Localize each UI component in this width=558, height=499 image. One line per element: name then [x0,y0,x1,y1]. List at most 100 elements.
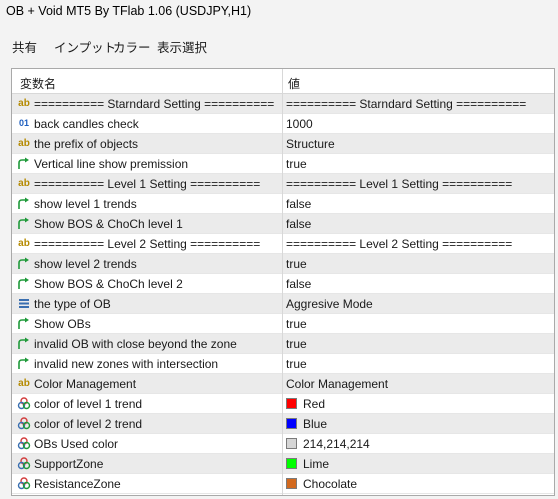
variable-name: show level 1 trends [34,197,137,211]
variable-value: false [286,197,312,211]
variable-value-cell[interactable]: false [283,214,554,233]
window-title: OB + Void MT5 By TFlab 1.06 (USDJPY,H1) [6,4,252,18]
table-row[interactable]: show level 2 trends true [12,254,554,274]
variable-name-cell[interactable]: color of level 2 trend [12,414,282,433]
table-row[interactable]: ab ========== Level 1 Setting ========== =… [12,174,554,194]
tab-colors[interactable]: カラー [113,37,151,56]
table-row[interactable]: invalid OB with close beyond the zone tru… [12,334,554,354]
color-swatch[interactable] [286,398,297,409]
variable-name-cell[interactable]: Show BOS & ChoCh level 2 [12,274,282,293]
table-row[interactable]: Show BOS & ChoCh level 1 false [12,214,554,234]
variable-name-cell[interactable]: ab the prefix of objects [12,134,282,153]
variable-value-cell[interactable]: true [283,314,554,333]
variable-value: Lime [303,457,330,471]
variable-name: Show BOS & ChoCh level 2 [34,277,183,291]
table-row[interactable]: invalid new zones with intersection true [12,354,554,374]
variable-value-cell[interactable]: Lime [283,454,554,473]
table-row[interactable]: the type of OB Aggresive Mode [12,294,554,314]
variable-value-cell[interactable]: true [283,254,554,273]
variable-name: ========== Starndard Setting ========== [34,97,275,111]
table-row[interactable]: OBs Used color 214,214,214 [12,434,554,454]
variable-value: true [286,317,307,331]
variable-value-cell[interactable]: Color Management [283,374,554,393]
variable-name-cell[interactable]: SupportZone [12,454,282,473]
table-row[interactable]: color of level 2 trend Blue [12,414,554,434]
variable-name: show level 2 trends [34,257,137,271]
variable-name-cell[interactable]: ResistanceZone [12,474,282,493]
variable-value-cell[interactable]: ========== Level 1 Setting ========== [283,174,554,193]
ab-string-icon: ab [18,178,30,189]
tab-inputs[interactable]: インプット [54,37,117,61]
variable-value-cell[interactable]: 214,214,214 [283,434,554,453]
variable-value: true [286,157,307,171]
variable-name-cell[interactable]: ab ========== Level 2 Setting ========== [12,234,282,253]
table-row[interactable]: Show OBs true [12,314,554,334]
variable-name: SupportZone [34,457,104,471]
number-icon: 01 [18,118,29,128]
variable-name: ========== Level 2 Setting ========== [34,237,261,251]
variable-value-cell[interactable]: false [283,194,554,213]
variable-name-cell[interactable]: 01 back candles check [12,114,282,133]
grid-header: 変数名 値 [12,69,554,94]
variable-name: Vertical line show premission [34,157,189,171]
variable-name: the type of OB [34,297,111,311]
variable-value-cell[interactable]: 1000 [283,114,554,133]
table-row[interactable]: Show BOS & ChoCh level 2 false [12,274,554,294]
bool-arrow-icon [17,217,31,230]
table-row[interactable]: ab ========== Starndard Setting =========… [12,94,554,114]
variable-value-cell[interactable]: Blue [283,414,554,433]
variable-name-cell[interactable]: Show BOS & ChoCh level 1 [12,214,282,233]
bool-arrow-icon [17,337,31,350]
color-swatch[interactable] [286,418,297,429]
variable-value-cell[interactable]: true [283,154,554,173]
color-palette-icon [17,477,31,490]
ab-string-icon: ab [18,138,30,149]
variable-value-cell[interactable]: Structure [283,134,554,153]
table-row[interactable]: ab Color Management Color Management [12,374,554,394]
table-row[interactable]: ab ========== Level 2 Setting ========== =… [12,234,554,254]
variable-name-cell[interactable]: ab ========== Level 1 Setting ========== [12,174,282,193]
column-header-value[interactable]: 値 [288,75,300,92]
color-palette-icon [17,397,31,410]
variable-name-cell[interactable]: invalid OB with close beyond the zone [12,334,282,353]
variable-name-cell[interactable]: show level 2 trends [12,254,282,273]
table-row[interactable]: Vertical line show premission true [12,154,554,174]
variable-value-cell[interactable]: Chocolate [283,474,554,493]
tab-show[interactable]: 表示選択 [157,37,207,56]
table-row[interactable]: 01 back candles check 1000 [12,114,554,134]
variable-value: Color Management [286,377,389,391]
table-row[interactable]: show level 1 trends false [12,194,554,214]
table-row[interactable]: SupportZone Lime [12,454,554,474]
variable-name-cell[interactable]: invalid new zones with intersection [12,354,282,373]
color-swatch[interactable] [286,438,297,449]
variable-name: the prefix of objects [34,137,139,151]
variable-name-cell[interactable]: ab ========== Starndard Setting =========… [12,94,282,113]
variable-name: ResistanceZone [34,477,121,491]
variable-value-cell[interactable]: ========== Starndard Setting ========== [283,94,554,113]
variable-value-cell[interactable]: true [283,334,554,353]
variable-value: true [286,257,307,271]
tab-common[interactable]: 共有 [12,37,37,56]
variable-value-cell[interactable]: Red [283,394,554,413]
table-row[interactable]: ab the prefix of objects Structure [12,134,554,154]
color-swatch[interactable] [286,478,297,489]
variable-value: 214,214,214 [303,437,370,451]
variable-name: Color Management [34,377,137,391]
variable-name-cell[interactable]: ab Color Management [12,374,282,393]
table-row[interactable]: color of level 1 trend Red [12,394,554,414]
variable-value-cell[interactable]: Aggresive Mode [283,294,554,313]
variable-name-cell[interactable]: show level 1 trends [12,194,282,213]
variable-value-cell[interactable]: true [283,354,554,373]
variable-value-cell[interactable]: ========== Level 2 Setting ========== [283,234,554,253]
variable-name-cell[interactable]: color of level 1 trend [12,394,282,413]
variable-name-cell[interactable]: the type of OB [12,294,282,313]
column-header-variable[interactable]: 変数名 [20,75,56,92]
window-titlebar: OB + Void MT5 By TFlab 1.06 (USDJPY,H1) [0,0,558,28]
variable-name-cell[interactable]: OBs Used color [12,434,282,453]
column-separator[interactable] [282,69,283,495]
variable-name-cell[interactable]: Show OBs [12,314,282,333]
variable-value-cell[interactable]: false [283,274,554,293]
variable-name-cell[interactable]: Vertical line show premission [12,154,282,173]
table-row[interactable]: ResistanceZone Chocolate [12,474,554,494]
color-swatch[interactable] [286,458,297,469]
